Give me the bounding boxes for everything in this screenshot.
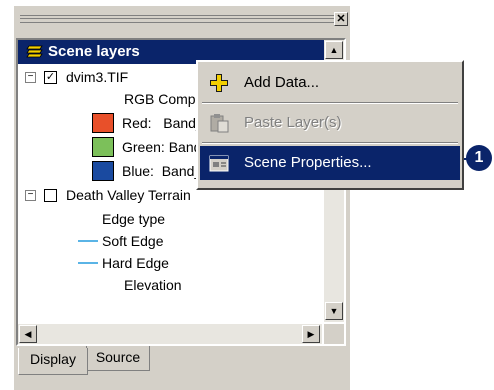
menu-item-label: Paste Layer(s): [244, 114, 342, 131]
collapse-icon[interactable]: −: [25, 190, 36, 201]
layer-visibility-checkbox[interactable]: [44, 189, 57, 202]
collapse-icon[interactable]: −: [25, 72, 36, 83]
paste-icon: [210, 114, 229, 133]
layers-icon: [26, 45, 43, 58]
legend-edge-soft: Soft Edge: [18, 230, 318, 252]
scroll-up-icon[interactable]: ▲: [325, 41, 343, 59]
menu-separator: [202, 142, 458, 144]
soft-edge-line-icon: [78, 240, 98, 242]
legend-heading: Edge type: [102, 211, 166, 227]
layer-name: Death Valley Terrain: [66, 187, 191, 203]
scroll-right-icon[interactable]: ▶: [302, 325, 320, 343]
callout-badge: 1: [466, 145, 492, 171]
menu-item-scene-properties[interactable]: Scene Properties...: [200, 146, 460, 180]
add-data-icon: [210, 74, 228, 92]
menu-separator: [202, 102, 458, 104]
scene-properties-icon: [209, 155, 229, 172]
scrollbar-corner: [324, 324, 344, 344]
edge-label: Soft Edge: [102, 233, 164, 249]
red-swatch: [92, 113, 114, 133]
scroll-left-icon[interactable]: ◀: [19, 325, 37, 343]
edge-label: Hard Edge: [102, 255, 169, 271]
close-button[interactable]: ✕: [334, 12, 348, 26]
menu-item-label: Scene Properties...: [244, 154, 372, 171]
scene-layers-title: Scene layers: [48, 43, 140, 60]
layer-name: dvim3.TIF: [66, 69, 129, 85]
elevation-heading: Elevation: [124, 277, 182, 293]
legend-edge-hard: Hard Edge: [18, 252, 318, 274]
tab-source[interactable]: Source: [86, 346, 150, 371]
menu-item-label: Add Data...: [244, 74, 320, 91]
scroll-down-icon[interactable]: ▼: [325, 302, 343, 320]
hard-edge-line-icon: [78, 262, 98, 264]
menu-item-paste-layers[interactable]: Paste Layer(s): [200, 106, 460, 140]
layer-visibility-checkbox[interactable]: ✓: [44, 71, 57, 84]
panel-grip[interactable]: [20, 15, 340, 23]
tab-display[interactable]: Display: [18, 348, 88, 375]
green-swatch: [92, 137, 114, 157]
blue-swatch: [92, 161, 114, 181]
menu-item-add-data[interactable]: Add Data...: [200, 66, 460, 100]
context-menu: Add Data... Paste Layer(s) Scene Propert…: [196, 60, 464, 190]
horizontal-scrollbar[interactable]: ◀ ▶: [18, 324, 322, 344]
